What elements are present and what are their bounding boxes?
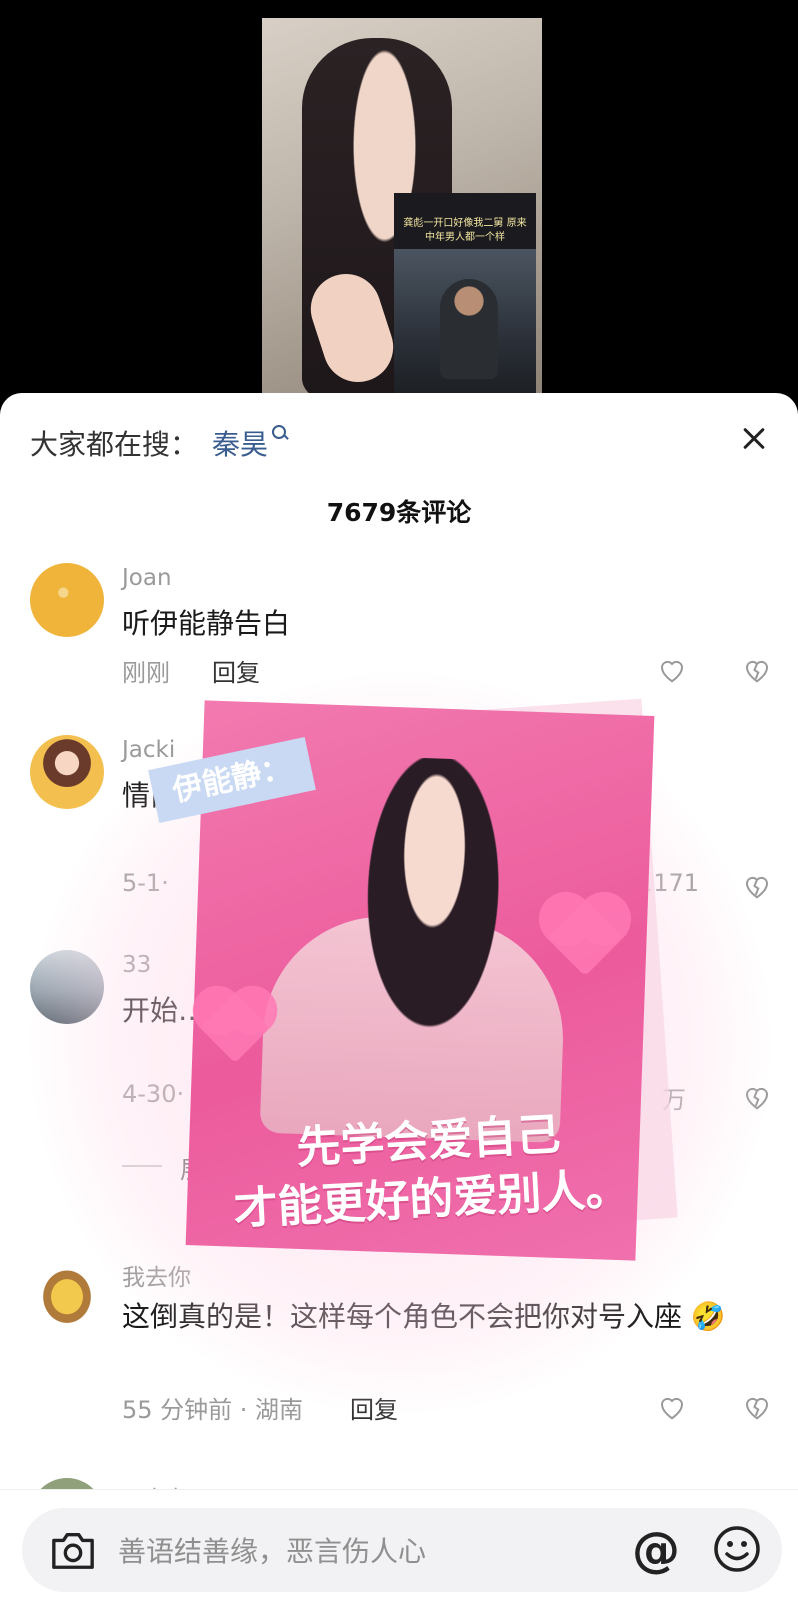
comment-input-bar: 善语结善缘，恶言伤人心 @: [0, 1489, 798, 1618]
comment-time: 5-1·: [122, 869, 169, 897]
avatar[interactable]: [30, 563, 104, 637]
comment-username[interactable]: 33: [122, 952, 151, 978]
like-count: 1171: [638, 869, 700, 897]
comment-text: 这倒真的是！这样每个角色不会把你对号入座 🤣: [122, 1300, 726, 1333]
dislike-icon[interactable]: [742, 871, 772, 901]
video-inset-scene: [394, 249, 536, 400]
emoji-icon[interactable]: [712, 1524, 762, 1574]
trending-search: 大家都在搜： 秦昊: [30, 423, 288, 463]
overlay-quote-line: 先学会爱自己: [295, 1109, 562, 1174]
video-inset: 龚彪一开口好像我二舅 原来中年男人都一个样: [394, 193, 536, 400]
like-icon[interactable]: [657, 655, 687, 685]
comment-input[interactable]: 善语结善缘，恶言伤人心 @: [22, 1508, 782, 1592]
avatar[interactable]: [30, 950, 104, 1024]
comment-text: 开始… 看她的 谈吐发… 有内涵: [122, 994, 513, 1027]
overlay-quote-line: 才能更好的爱别人。: [232, 1163, 631, 1236]
expand-replies-button[interactable]: 展: [180, 1150, 204, 1185]
like-count: 万: [662, 1086, 686, 1114]
reply-button[interactable]: 回复: [212, 653, 260, 688]
reply-button[interactable]: 回复: [350, 1390, 398, 1425]
comment-text: 情商… 秦昊的 宣传: [122, 779, 364, 812]
camera-icon[interactable]: [50, 1528, 96, 1572]
comment-username[interactable]: Jacki: [122, 737, 175, 763]
trending-search-label: 大家都在搜：: [30, 428, 199, 461]
comment-time: 4-30·: [122, 1080, 185, 1108]
video-player[interactable]: 龚彪一开口好像我二舅 原来中年男人都一个样: [0, 0, 798, 400]
heart-icon: [546, 899, 624, 977]
comment-count: 7679条评论: [326, 498, 472, 527]
like-icon[interactable]: [657, 1392, 687, 1422]
dislike-icon[interactable]: [742, 1392, 772, 1422]
comment-input-placeholder: 善语结善缘，恶言伤人心: [118, 1535, 427, 1568]
comment-time: 55 分钟前 · 湖南: [122, 1396, 304, 1424]
comment-sheet: 大家都在搜： 秦昊 7679条评论 Joan 听伊能静告白 刚刚 回复 Jack…: [0, 393, 798, 1618]
comment-time: 刚刚: [122, 659, 170, 687]
dislike-icon[interactable]: [742, 1082, 772, 1112]
search-icon[interactable]: [272, 425, 288, 441]
close-icon[interactable]: [734, 419, 774, 459]
comment-username[interactable]: Joan: [122, 565, 172, 591]
trending-search-term[interactable]: 秦昊: [212, 423, 268, 463]
avatar[interactable]: [30, 1256, 104, 1330]
video-frame: 龚彪一开口好像我二舅 原来中年男人都一个样: [262, 18, 542, 400]
expand-divider: [122, 1165, 162, 1167]
at-icon[interactable]: @: [630, 1524, 682, 1576]
comment-text: 听伊能静告白: [122, 607, 291, 640]
video-inset-caption: 龚彪一开口好像我二舅 原来中年男人都一个样: [403, 218, 527, 243]
comment-username[interactable]: 我去你: [122, 1258, 191, 1292]
dislike-icon[interactable]: [742, 655, 772, 685]
overlay-quote: 先学会爱自己 才能更好的爱别人。: [217, 1102, 642, 1240]
avatar[interactable]: [30, 735, 104, 809]
video-inset-man: [440, 279, 498, 379]
